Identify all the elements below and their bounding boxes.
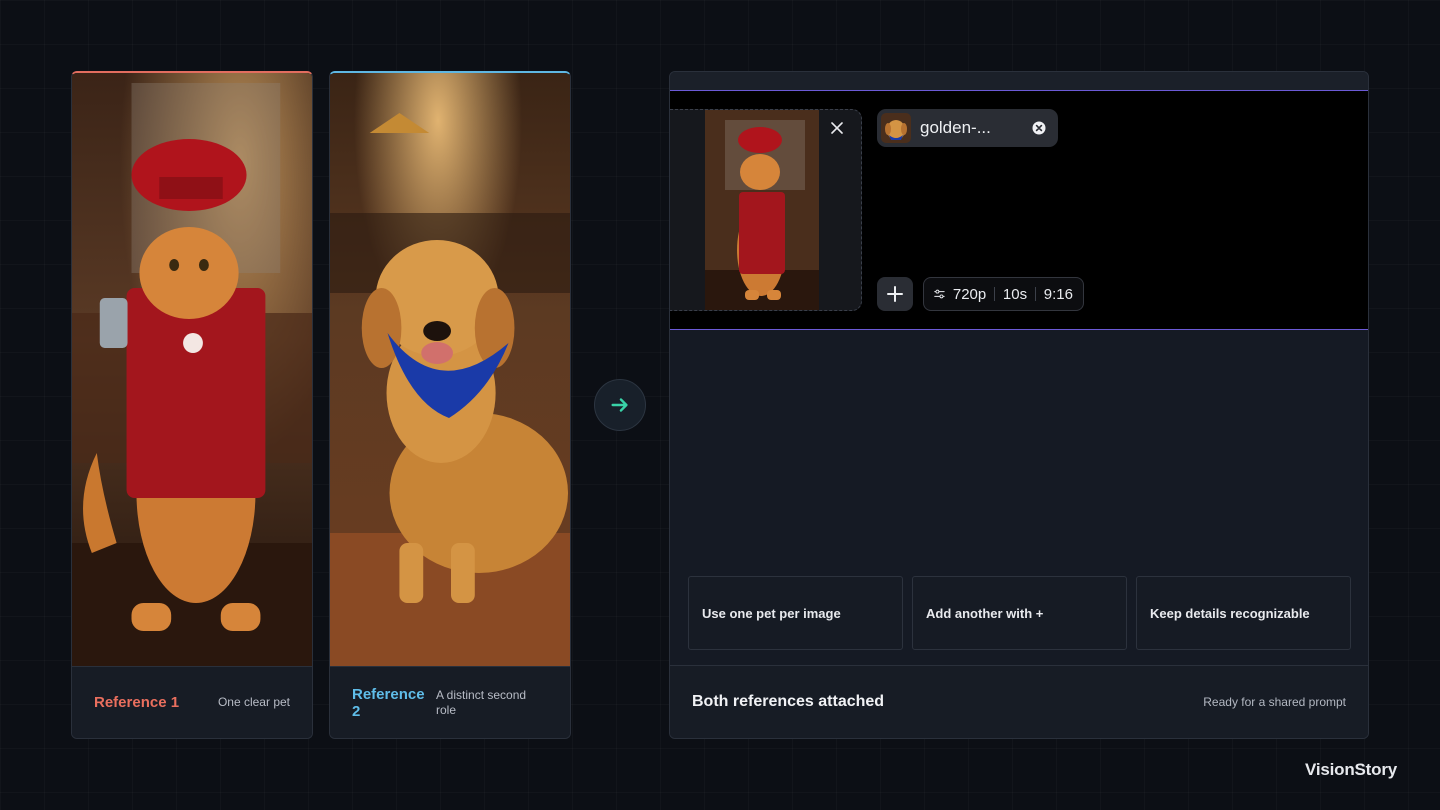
panel-topbar (670, 72, 1368, 90)
reference-subtitle: One clear pet (217, 695, 290, 709)
attached-image-slot[interactable] (670, 109, 862, 311)
clear-circle-icon[interactable] (1032, 121, 1046, 135)
prompt-composer[interactable]: golden-... 720p 10s 9:16 (670, 90, 1368, 330)
arrow-right-icon (611, 398, 628, 412)
resolution-value: 720p (952, 285, 987, 303)
divider (1035, 287, 1036, 301)
close-icon (831, 122, 843, 134)
arrow-right-button (594, 379, 646, 431)
status-title: Both references attached (692, 693, 885, 710)
duration-value: 10s (1002, 285, 1028, 303)
remove-attachment-button[interactable] (825, 116, 849, 140)
cat-chef-image (72, 73, 312, 667)
status-text: Ready for a shared prompt (1203, 695, 1346, 709)
reference-footer: Reference 2 A distinct second role (330, 666, 570, 738)
reference-title: Reference 1 (94, 694, 180, 711)
brand-logo: VisionStory (1305, 760, 1397, 779)
reference-title: Reference 2 (352, 685, 425, 720)
tip-card: Add another with + (912, 576, 1127, 650)
aspect-ratio-value: 9:16 (1043, 285, 1073, 303)
reference-card-2: Reference 2 A distinct second role (329, 71, 571, 739)
tip-card: Keep details recognizable (1136, 576, 1351, 650)
composer-panel: golden-... 720p 10s 9:16 Use one pet per… (669, 71, 1369, 739)
reference-card-1: Reference 1 One clear pet (71, 71, 313, 739)
attachment-chip-label: golden-... (920, 118, 991, 137)
divider (994, 287, 995, 301)
attached-cat-thumbnail (705, 110, 819, 310)
reference-footer: Reference 1 One clear pet (72, 666, 312, 738)
panel-footer: Both references attached Ready for a sha… (670, 665, 1368, 738)
add-reference-button[interactable] (877, 277, 913, 311)
tips-row: Use one pet per image Add another with +… (688, 576, 1351, 650)
generation-settings-button[interactable]: 720p 10s 9:16 (923, 277, 1084, 311)
tip-card: Use one pet per image (688, 576, 903, 650)
sliders-icon (934, 289, 945, 299)
reference-subtitle: A distinct second role (436, 687, 527, 717)
golden-retriever-image (330, 73, 570, 667)
plus-icon (887, 286, 903, 302)
attachment-chip[interactable]: golden-... (877, 109, 1058, 147)
dog-avatar (881, 113, 911, 143)
